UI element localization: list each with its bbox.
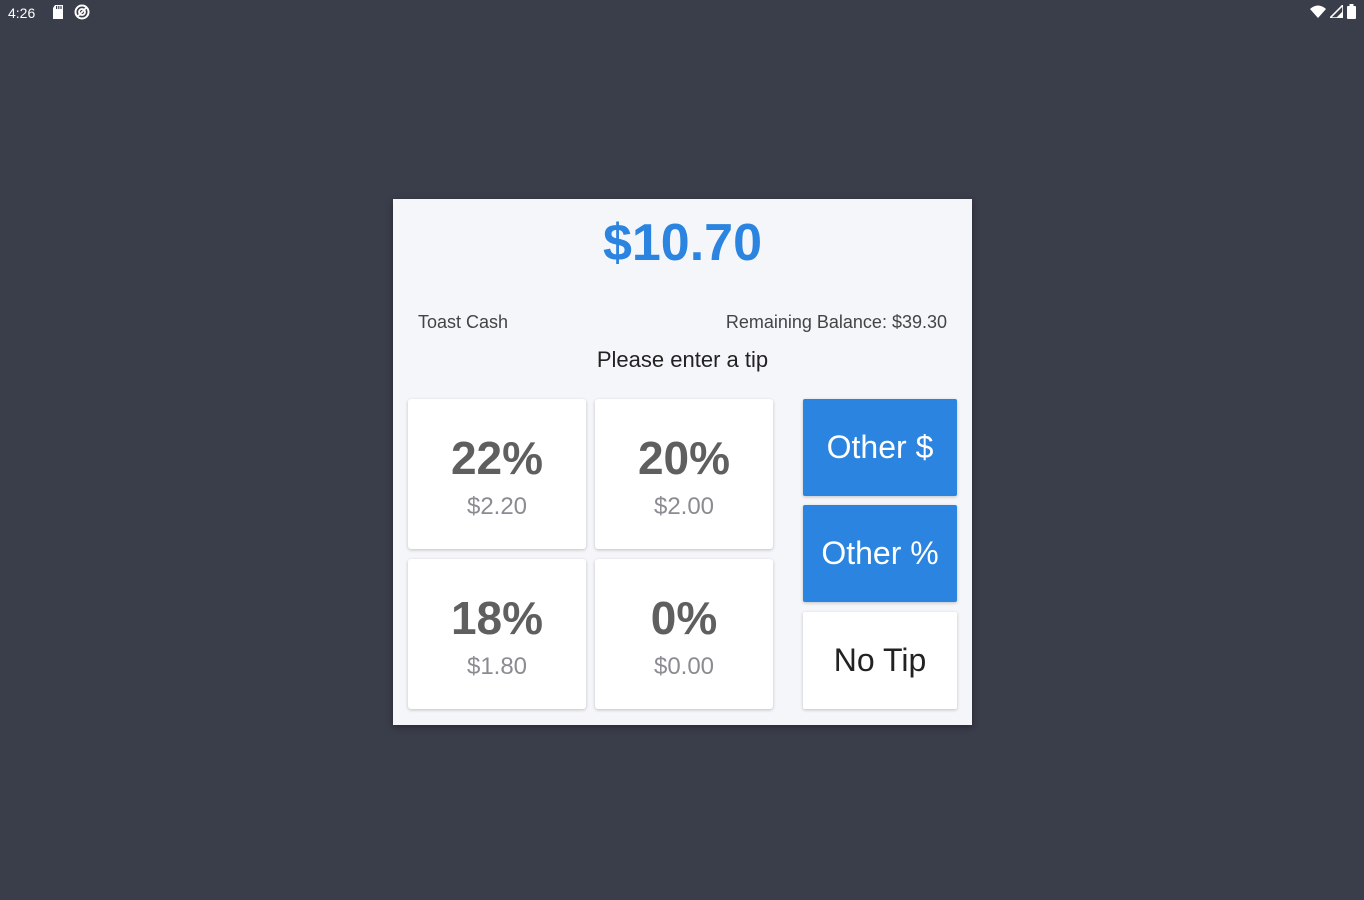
sync-icon	[74, 4, 90, 23]
sd-card-icon	[52, 5, 64, 22]
other-percent-button[interactable]: Other %	[803, 505, 957, 602]
tip-amount-label: $0.00	[653, 653, 715, 680]
wifi-icon	[1310, 5, 1326, 22]
total-amount: $10.70	[602, 214, 763, 272]
tip-dialog: $10.70 Toast Cash Remaining Balance: $39…	[393, 199, 972, 725]
status-bar: 4:26	[0, 0, 1364, 26]
tip-percent-label: 0%	[650, 592, 718, 644]
other-dollar-button[interactable]: Other $	[803, 399, 957, 496]
tip-option-0-button[interactable]: 0% $0.00	[595, 559, 773, 709]
tip-percent-label: 22%	[450, 432, 544, 484]
tip-option-20-button[interactable]: 20% $2.00	[595, 399, 773, 549]
battery-icon	[1347, 4, 1356, 22]
payment-method-label: Toast Cash	[418, 312, 509, 332]
status-time: 4:26	[8, 5, 36, 21]
remaining-balance-label: Remaining Balance: $39.30	[725, 312, 947, 332]
tip-option-22-button[interactable]: 22% $2.20	[408, 399, 586, 549]
signal-icon	[1328, 3, 1344, 21]
status-left-icons	[52, 4, 90, 23]
tip-amount-label: $2.20	[466, 493, 528, 520]
tip-prompt: Please enter a tip	[596, 347, 769, 372]
tip-amount-label: $2.00	[653, 493, 715, 520]
no-tip-button[interactable]: No Tip	[803, 612, 957, 709]
status-right-icons	[1310, 3, 1356, 22]
tip-option-18-button[interactable]: 18% $1.80	[408, 559, 586, 709]
tip-percent-label: 20%	[637, 432, 731, 484]
tip-percent-label: 18%	[450, 592, 544, 644]
tip-amount-label: $1.80	[466, 653, 528, 680]
